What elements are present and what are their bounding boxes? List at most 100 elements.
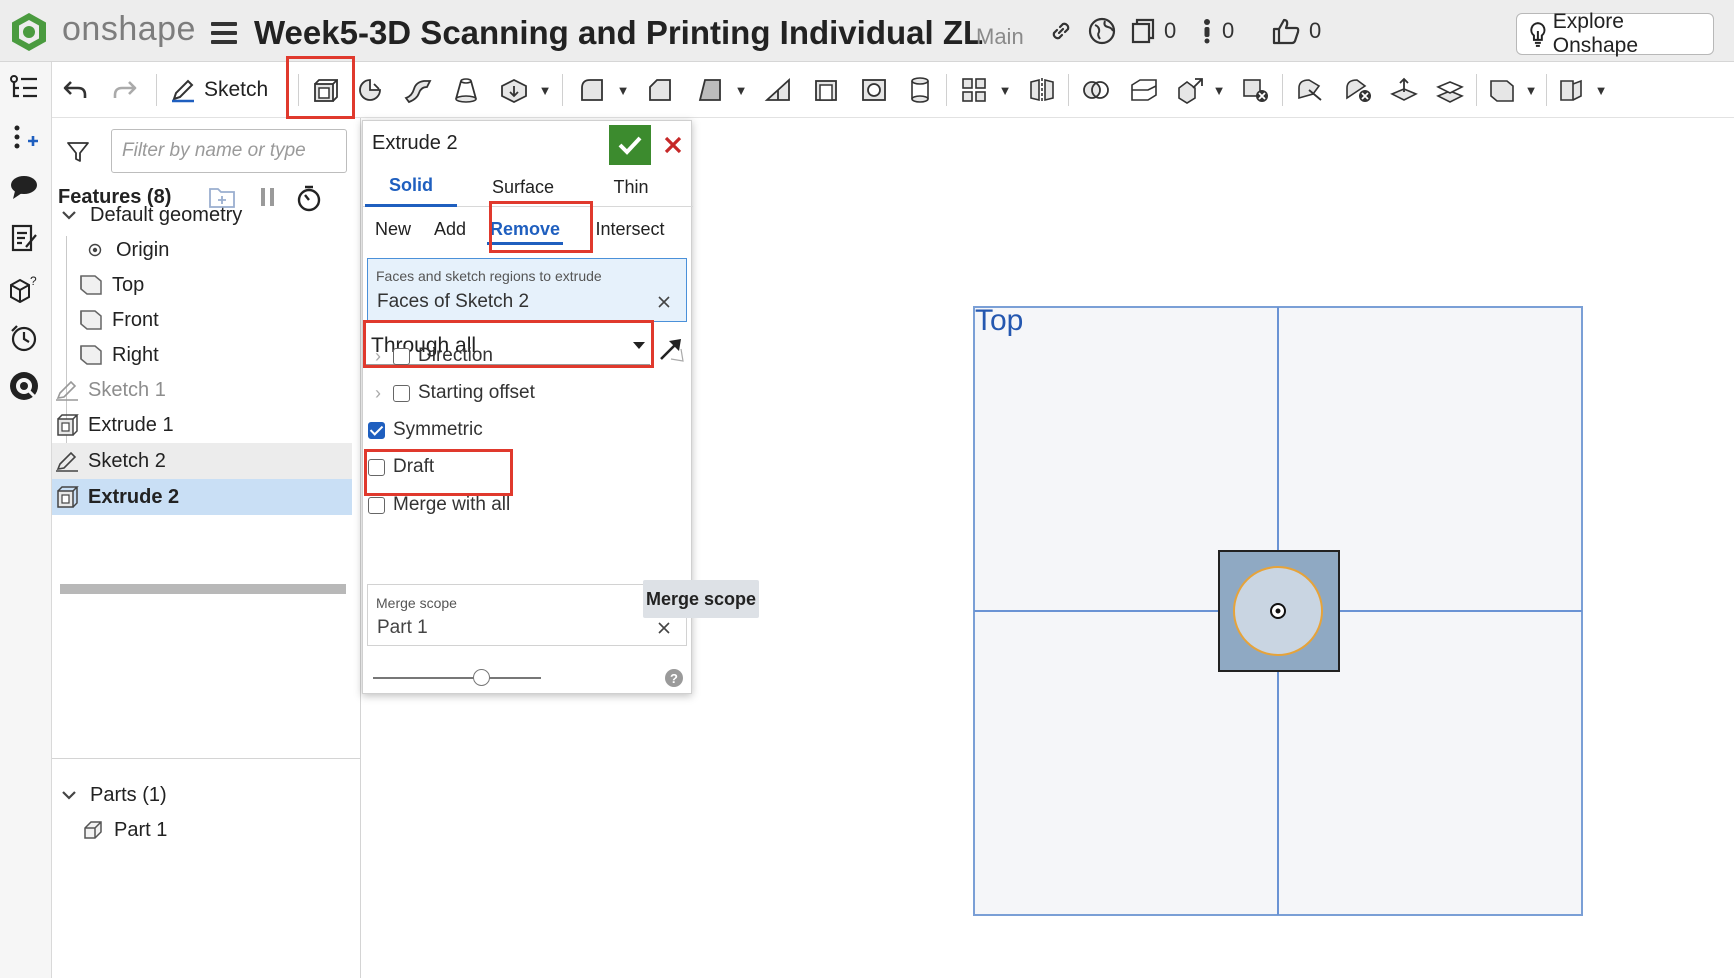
branch-label[interactable]: Main xyxy=(976,24,1024,50)
draft-dropdown-chevron-icon[interactable]: ▼ xyxy=(734,71,748,109)
move-face-tool-icon[interactable] xyxy=(1386,71,1422,109)
draft-tool-icon[interactable] xyxy=(692,71,728,109)
split-tool-icon[interactable] xyxy=(1126,71,1162,109)
notifications-icon[interactable]: 0 xyxy=(1200,16,1234,46)
plane-tool-icon[interactable] xyxy=(1484,71,1520,109)
tree-item-part-1[interactable]: Part 1 xyxy=(52,812,352,848)
op-new[interactable]: New xyxy=(365,209,421,249)
hole-tool-icon[interactable] xyxy=(856,71,892,109)
preview-slider-handle[interactable] xyxy=(473,669,490,686)
tree-item-sketch-2[interactable]: Sketch 2 xyxy=(52,443,352,479)
redo-icon[interactable] xyxy=(110,71,140,109)
modify-fillet-tool-icon[interactable] xyxy=(1292,71,1328,109)
extrude-tool-icon[interactable] xyxy=(304,71,344,109)
delete-face-tool-icon[interactable] xyxy=(1340,71,1376,109)
filter-icon[interactable] xyxy=(66,140,90,169)
tree-item-top-plane[interactable]: Top xyxy=(52,267,352,303)
tree-item-front-plane[interactable]: Front xyxy=(52,302,352,338)
pattern-dropdown-chevron-icon[interactable]: ▼ xyxy=(998,71,1012,109)
globe-icon[interactable] xyxy=(1088,16,1116,46)
clear-merge-scope-icon[interactable] xyxy=(658,621,670,639)
configurations-icon[interactable]: ? xyxy=(6,270,42,306)
feature-list-icon[interactable] xyxy=(6,70,42,106)
revolve-tool-icon[interactable] xyxy=(352,71,388,109)
tab-thin[interactable]: Thin xyxy=(581,167,681,207)
tab-solid[interactable]: Solid xyxy=(365,167,457,207)
transform-tool-icon[interactable] xyxy=(1172,71,1208,109)
tree-item-right-plane[interactable]: Right xyxy=(52,337,352,373)
tree-item-extrude-2[interactable]: Extrude 2 xyxy=(52,479,352,515)
chevron-right-icon: › xyxy=(375,345,381,366)
history-icon[interactable] xyxy=(6,320,42,356)
help-icon[interactable]: ? xyxy=(665,669,683,687)
fillet-dropdown-chevron-icon[interactable]: ▼ xyxy=(616,71,630,109)
option-label: Starting offset xyxy=(418,382,535,403)
merge-with-all-option[interactable]: Merge with all xyxy=(363,487,510,523)
sheet-metal-tool-icon[interactable] xyxy=(1554,71,1590,109)
rib-tool-icon[interactable] xyxy=(760,71,796,109)
versions-icon[interactable]: 0 xyxy=(1130,16,1176,46)
document-title[interactable]: Week5-3D Scanning and Printing Individua… xyxy=(254,14,983,52)
cancel-button[interactable] xyxy=(653,125,693,165)
option-label: Direction xyxy=(418,345,493,366)
onshape-logo-icon[interactable] xyxy=(8,11,50,53)
menu-hamburger-icon[interactable] xyxy=(211,22,237,44)
rollback-bar[interactable] xyxy=(60,584,346,594)
sweep-tool-icon[interactable] xyxy=(400,71,436,109)
transform-dropdown-chevron-icon[interactable]: ▼ xyxy=(1212,71,1226,109)
comments-icon[interactable] xyxy=(6,170,42,206)
direction-option[interactable]: › Direction xyxy=(363,338,493,374)
tree-item-label: Default geometry xyxy=(90,203,243,226)
draft-checkbox[interactable] xyxy=(368,458,385,476)
starting-offset-checkbox[interactable] xyxy=(393,384,410,402)
replace-face-tool-icon[interactable] xyxy=(1432,71,1468,109)
extrude-type-tabs: Solid Surface Thin xyxy=(363,167,693,207)
op-intersect[interactable]: Intersect xyxy=(575,209,685,249)
delete-part-tool-icon[interactable] xyxy=(1238,71,1274,109)
fillet-tool-icon[interactable] xyxy=(574,71,610,109)
symmetric-option[interactable]: Symmetric xyxy=(363,412,483,448)
thicken-dropdown-chevron-icon[interactable]: ▼ xyxy=(538,71,552,109)
draft-option[interactable]: Draft xyxy=(363,449,434,485)
direction-checkbox[interactable] xyxy=(393,347,410,365)
op-remove[interactable]: Remove xyxy=(481,209,569,249)
accept-button[interactable] xyxy=(609,125,651,165)
explore-onshape-button[interactable]: Explore Onshape xyxy=(1516,10,1714,57)
boolean-tool-icon[interactable] xyxy=(1078,71,1114,109)
insert-feature-icon[interactable] xyxy=(6,120,42,156)
plane-icon xyxy=(78,308,104,332)
merge-scope-field[interactable]: Merge scope Part 1 xyxy=(367,584,687,646)
merge-with-all-checkbox[interactable] xyxy=(368,496,385,514)
notes-icon[interactable] xyxy=(6,220,42,256)
plane-label: Top xyxy=(975,304,1024,337)
like-icon[interactable]: 0 xyxy=(1271,16,1321,46)
sketch-button[interactable]: Sketch xyxy=(170,71,268,109)
parts-header[interactable]: Parts (1) xyxy=(52,777,352,813)
shell-tool-icon[interactable] xyxy=(808,71,844,109)
plane-dropdown-chevron-icon[interactable]: ▼ xyxy=(1524,71,1538,109)
opposite-direction-icon[interactable] xyxy=(657,335,685,368)
cylinder-tool-icon[interactable] xyxy=(902,71,938,109)
tree-item-sketch-1[interactable]: Sketch 1 xyxy=(52,372,352,408)
starting-offset-option[interactable]: › Starting offset xyxy=(363,375,535,411)
tab-surface[interactable]: Surface xyxy=(473,167,573,207)
preview-slider-track[interactable] xyxy=(373,677,541,679)
link-icon[interactable] xyxy=(1048,16,1074,46)
clear-selection-icon[interactable] xyxy=(658,295,670,313)
loft-tool-icon[interactable] xyxy=(448,71,484,109)
appstore-icon[interactable] xyxy=(6,368,42,404)
tree-item-origin[interactable]: Origin xyxy=(52,232,352,268)
thicken-tool-icon[interactable] xyxy=(496,71,532,109)
op-add[interactable]: Add xyxy=(425,209,475,249)
mirror-tool-icon[interactable] xyxy=(1024,71,1060,109)
chamfer-tool-icon[interactable] xyxy=(642,71,678,109)
symmetric-checkbox[interactable] xyxy=(368,421,385,439)
sheet-metal-dropdown-chevron-icon[interactable]: ▼ xyxy=(1594,71,1608,109)
undo-icon[interactable] xyxy=(60,71,90,109)
graphics-viewport[interactable]: Top xyxy=(692,118,1734,978)
pattern-tool-icon[interactable] xyxy=(956,71,992,109)
tree-item-extrude-1[interactable]: Extrude 1 xyxy=(52,407,352,443)
feature-filter-input[interactable] xyxy=(111,129,347,173)
faces-selection-field[interactable]: Faces and sketch regions to extrude Face… xyxy=(367,258,687,322)
tree-item-default-geometry[interactable]: Default geometry xyxy=(52,197,352,233)
